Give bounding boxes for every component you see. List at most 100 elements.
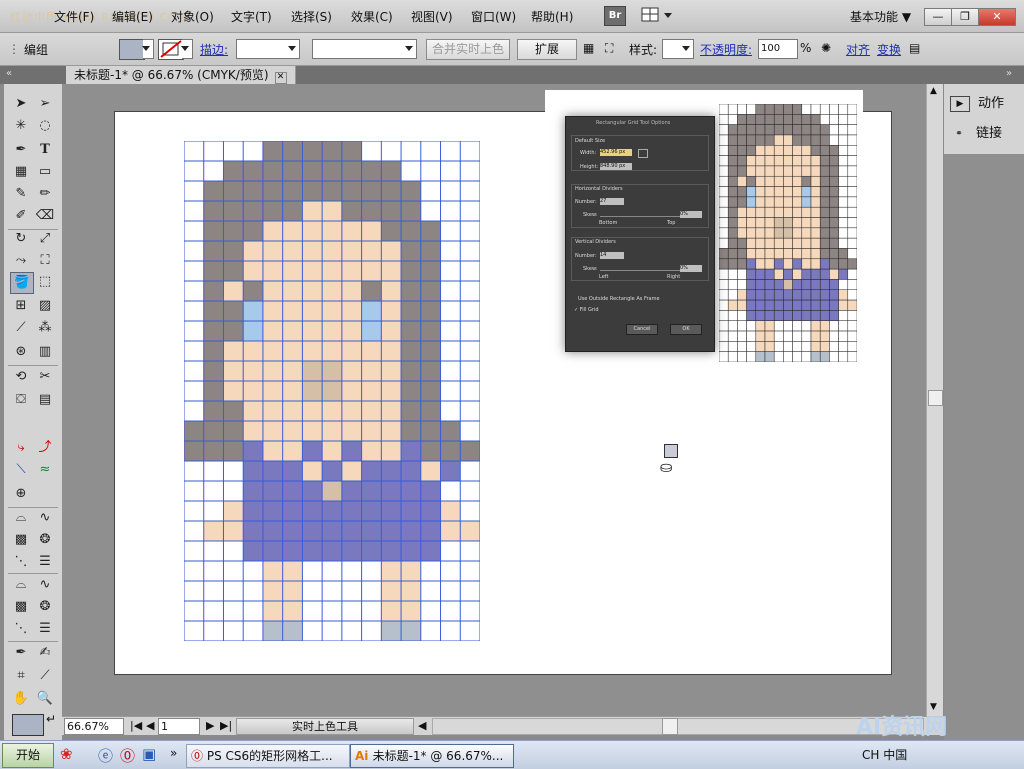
zoom-tool-icon[interactable]: 🔍	[34, 689, 56, 709]
ie-icon[interactable]: ⓔ	[98, 745, 113, 766]
slice-tool-icon[interactable]: ✂	[34, 367, 56, 387]
artboard-number-field[interactable]: 1	[158, 718, 200, 735]
menu-type[interactable]: 文字(T)	[231, 8, 272, 25]
direct-selection-tool-icon[interactable]: ➢	[34, 94, 56, 114]
minimize-button[interactable]: —	[924, 8, 952, 26]
cancel-button[interactable]: Cancel	[626, 324, 658, 335]
eraser-tool-icon[interactable]: ⌫	[34, 206, 56, 226]
close-tab-icon[interactable]: ✕	[274, 72, 287, 84]
fill-dropdown[interactable]	[142, 39, 154, 59]
eyedropper-tool-icon[interactable]: ⟋	[10, 318, 32, 338]
align-link[interactable]: 对齐	[846, 41, 870, 58]
mesh-tool-icon[interactable]: ▩	[10, 530, 32, 550]
pencil-tool-icon[interactable]: ✏	[34, 184, 56, 204]
stroke-link[interactable]: 描边:	[200, 41, 228, 58]
menu-file[interactable]: 文件(F)	[54, 8, 94, 25]
h-number-field[interactable]: 27	[600, 198, 624, 205]
shape-builder-tool-icon[interactable]: ⬚	[34, 272, 56, 292]
twirl-tool-icon[interactable]: ❂	[34, 597, 56, 617]
isolate-group-icon[interactable]: ⛶	[605, 41, 613, 56]
opacity-field[interactable]: 100	[758, 39, 798, 59]
ruler-tool-icon[interactable]: ▤	[34, 390, 56, 410]
zoom-field[interactable]: 66.67%	[64, 718, 124, 735]
h-skew-field[interactable]: 0%	[680, 211, 702, 218]
rectangular-grid-tool-icon[interactable]: ▦	[10, 162, 32, 182]
bridge-button[interactable]: Br	[604, 6, 626, 26]
current-tool-status[interactable]: 实时上色工具	[236, 718, 414, 735]
mesh-tool-icon[interactable]: ▩	[10, 597, 32, 617]
next-artboard-icon[interactable]: ▶	[206, 718, 214, 733]
use-outside-rect-checkbox[interactable]: Use Outside Rectangle As Frame	[578, 296, 660, 302]
scale-tool-icon[interactable]: ⤢	[34, 229, 56, 249]
add-anchor-tool-icon[interactable]: ⤴	[34, 438, 56, 458]
task-browser[interactable]: ⓪ PS CS6的矩形网格工...	[186, 744, 350, 768]
v-skew-field[interactable]: 0%	[680, 265, 702, 272]
hand-tool-icon[interactable]: ⛋	[10, 390, 32, 410]
path-wave-tool-icon[interactable]: ≈	[34, 460, 56, 480]
column-graph-tool-icon[interactable]: ▥	[34, 342, 56, 362]
close-button[interactable]: ✕	[978, 8, 1016, 26]
restore-button[interactable]: ❐	[951, 8, 979, 26]
target-tool-icon[interactable]: ⊕	[10, 484, 32, 504]
menu-object[interactable]: 对象(O)	[171, 8, 214, 25]
quicklaunch-icon[interactable]: ❀	[60, 745, 73, 763]
pen-tool-icon[interactable]: ✒	[10, 643, 32, 663]
fill-grid-checkbox[interactable]: ✓ Fill Grid	[574, 307, 599, 313]
hand-tool-icon[interactable]: ✋	[10, 689, 32, 709]
vertical-scrollbar[interactable]: ▲ ▼	[926, 84, 943, 716]
envelope-tool-icon[interactable]: ⌓	[10, 508, 32, 528]
menu-window[interactable]: 窗口(W)	[471, 8, 516, 25]
scroll-up-icon[interactable]: ▲	[930, 86, 937, 96]
start-button[interactable]: 开始	[2, 743, 54, 768]
origin-point-icon[interactable]	[638, 149, 648, 158]
live-paint-options-icon[interactable]: ▦	[583, 41, 594, 55]
symbol-sprayer-tool-icon[interactable]: ⊛	[10, 342, 32, 362]
brush-tool-icon[interactable]: ✍	[34, 643, 56, 663]
anchor-point-tool-icon[interactable]: ⤷	[10, 438, 32, 458]
rotate-tool-icon[interactable]: ↻	[10, 229, 32, 249]
height-field[interactable]: 848.90 px	[600, 163, 632, 170]
panel-menu-icon[interactable]: ▤	[909, 41, 920, 55]
bloat-tool-icon[interactable]: ☰	[34, 619, 56, 639]
perspective-grid-tool-icon[interactable]: ⊞	[10, 296, 32, 316]
pucker-tool-icon[interactable]: ⋱	[10, 552, 32, 572]
prev-artboard-icon[interactable]: ◀	[146, 718, 154, 733]
artboard-tool-icon[interactable]: ⟲	[10, 367, 32, 387]
scroll-thumb[interactable]	[928, 390, 943, 406]
v-skew-slider[interactable]	[600, 270, 680, 271]
pucker-tool-icon[interactable]: ⋱	[10, 619, 32, 639]
recolor-artwork-icon[interactable]: ✺	[821, 41, 831, 55]
live-paint-bucket-tool-icon[interactable]: 🪣	[10, 272, 34, 294]
brush-definition-dropdown[interactable]	[312, 39, 417, 59]
twirl-tool-icon[interactable]: ❂	[34, 530, 56, 550]
menu-view[interactable]: 视图(V)	[411, 8, 453, 25]
task-illustrator[interactable]: Ai 未标题-1* @ 66.67%...	[350, 744, 514, 768]
crop-tool-icon[interactable]: ⌗	[10, 666, 32, 686]
hscroll-thumb[interactable]	[662, 718, 678, 735]
fill-color-swatch[interactable]	[12, 714, 44, 736]
v-number-field[interactable]: 14	[600, 252, 624, 259]
pixel-art-grid[interactable]	[184, 141, 480, 641]
opacity-link[interactable]: 不透明度:	[700, 41, 752, 58]
language-indicator[interactable]: CH 中国	[862, 744, 907, 766]
blob-brush-tool-icon[interactable]: ✐	[10, 206, 32, 226]
transform-link[interactable]: 变换	[877, 41, 901, 58]
envelope-tool-icon[interactable]: ⌓	[10, 575, 32, 595]
h-skew-slider[interactable]	[600, 216, 680, 217]
menu-effect[interactable]: 效果(C)	[351, 8, 393, 25]
menu-edit[interactable]: 编辑(E)	[112, 8, 153, 25]
opera-icon[interactable]: ⓪	[120, 745, 135, 766]
selection-tool-icon[interactable]: ➤	[10, 94, 32, 114]
menu-help[interactable]: 帮助(H)	[531, 8, 573, 25]
hscroll-left-icon[interactable]: ◀	[418, 718, 426, 733]
collapse-panels-icon[interactable]: »	[1006, 68, 1012, 79]
ok-button[interactable]: OK	[670, 324, 702, 335]
merge-live-paint-button[interactable]: 合并实时上色	[426, 39, 510, 60]
warp-tool-icon[interactable]: ∿	[34, 575, 56, 595]
document-tab[interactable]: 未标题-1* @ 66.67% (CMYK/预览) ✕	[66, 66, 296, 84]
graphic-style-dropdown[interactable]	[662, 39, 694, 59]
knife-tool-icon[interactable]: ⟋	[34, 666, 56, 686]
gradient-tool-icon[interactable]: ▨	[34, 296, 56, 316]
rectangle-tool-icon[interactable]: ▭	[34, 162, 56, 182]
app-icon[interactable]: ▣	[142, 745, 156, 763]
